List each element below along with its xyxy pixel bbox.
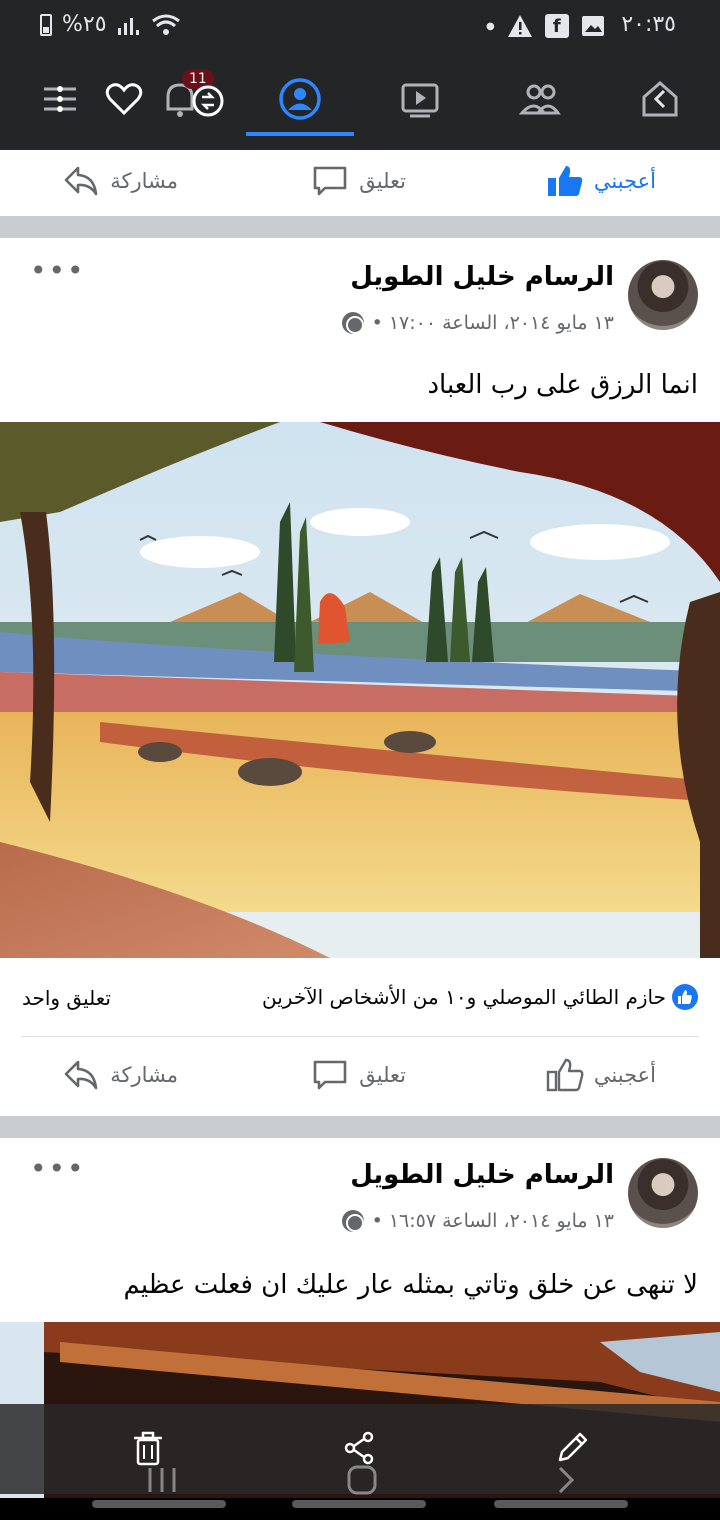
battery-icon xyxy=(40,13,52,36)
globe-icon xyxy=(341,312,364,334)
recents-icon[interactable] xyxy=(142,1462,182,1498)
divider xyxy=(22,1036,698,1037)
like-count[interactable]: حازم الطائي الموصلي و١٠ من الأشخاص الآخر… xyxy=(262,984,698,1010)
like-label: أعجبني xyxy=(593,1063,656,1087)
status-notification-icons: ● f xyxy=(486,14,605,38)
more-options-icon[interactable]: ••• xyxy=(30,254,86,287)
comment-icon xyxy=(313,1060,347,1090)
share-label: مشاركة xyxy=(110,169,178,193)
comment-button[interactable]: تعليق xyxy=(311,1056,406,1094)
share-button[interactable]: مشاركة xyxy=(62,162,178,200)
watch-icon[interactable] xyxy=(394,73,446,125)
top-navigation: 11 xyxy=(0,55,720,150)
comment-label: تعليق xyxy=(359,1063,406,1087)
status-left: %٢٥ xyxy=(40,12,181,37)
share-label: مشاركة xyxy=(110,1063,178,1087)
avatar[interactable] xyxy=(628,260,698,330)
facebook-icon: f xyxy=(544,14,569,38)
profile-icon[interactable] xyxy=(274,73,326,125)
share-button[interactable]: مشاركة xyxy=(62,1056,178,1094)
status-bar: %٢٥ ● f ٢٠:٣٥ xyxy=(0,0,720,55)
share-icon xyxy=(64,1060,98,1090)
post-text: انما الرزق على رب العباد xyxy=(427,370,698,400)
clock: ٢٠:٣٥ xyxy=(621,12,676,37)
post-text: لا تنهى عن خلق وتاتي بمثله عار عليك ان ف… xyxy=(123,1270,698,1300)
sync-icon xyxy=(192,85,224,117)
gesture-pill[interactable] xyxy=(494,1500,628,1508)
battery-percent: %٢٥ xyxy=(62,12,107,37)
like-reaction-icon xyxy=(672,984,698,1010)
home-icon[interactable] xyxy=(634,73,686,125)
like-button[interactable]: أعجبني xyxy=(546,162,656,200)
image-icon xyxy=(581,16,604,36)
comment-icon xyxy=(313,166,347,196)
comment-label: تعليق xyxy=(359,169,406,193)
like-filled-icon xyxy=(547,166,583,196)
post-timestamp[interactable]: ١٣ مايو ٢٠١٤، الساعة ١٦:٥٧ • xyxy=(372,1210,614,1232)
heart-icon[interactable] xyxy=(98,73,150,125)
reactions-summary: حازم الطائي الموصلي و١٠ من الأشخاص الآخر… xyxy=(0,960,720,1036)
post-meta: ١٣ مايو ٢٠١٤، الساعة ١٧:٠٠ • xyxy=(341,312,614,334)
like-icon xyxy=(546,1058,584,1092)
post-meta: ١٣ مايو ٢٠١٤، الساعة ١٦:٥٧ • xyxy=(341,1210,614,1232)
author-name[interactable]: الرسام خليل الطويل xyxy=(350,262,614,292)
screen: %٢٥ ● f ٢٠:٣٥ 11 أعجبني تعليق مشاركة الر… xyxy=(0,0,720,1520)
post-photo-landscape-painting[interactable] xyxy=(0,422,720,958)
friends-icon[interactable] xyxy=(514,73,566,125)
back-icon[interactable] xyxy=(546,1462,586,1498)
more-options-icon[interactable]: ••• xyxy=(30,1152,86,1185)
home-button-icon[interactable] xyxy=(342,1462,382,1498)
post-timestamp[interactable]: ١٣ مايو ٢٠١٤، الساعة ١٧:٠٠ • xyxy=(372,312,614,334)
signal-icon xyxy=(117,17,139,35)
menu-icon[interactable] xyxy=(34,73,86,125)
comment-count[interactable]: تعليق واحد xyxy=(22,986,111,1010)
post-card: الرسام خليل الطويل ١٣ مايو ٢٠١٤، الساعة … xyxy=(0,238,720,1116)
active-tab-indicator xyxy=(246,132,354,136)
like-count-text: حازم الطائي الموصلي و١٠ من الأشخاص الآخر… xyxy=(262,985,666,1009)
share-icon xyxy=(64,166,98,196)
gesture-pill[interactable] xyxy=(292,1500,426,1508)
author-name[interactable]: الرسام خليل الطويل xyxy=(350,1160,614,1190)
globe-icon xyxy=(341,1210,364,1232)
like-label: أعجبني xyxy=(593,169,656,193)
dot-icon: ● xyxy=(486,20,495,32)
avatar[interactable] xyxy=(628,1158,698,1228)
comment-button[interactable]: تعليق xyxy=(311,162,406,200)
wifi-icon xyxy=(151,14,180,35)
like-button[interactable]: أعجبني xyxy=(546,1056,656,1094)
warning-icon xyxy=(507,15,532,37)
gesture-pill[interactable] xyxy=(92,1500,226,1508)
previous-post-actions: أعجبني تعليق مشاركة xyxy=(0,150,720,216)
